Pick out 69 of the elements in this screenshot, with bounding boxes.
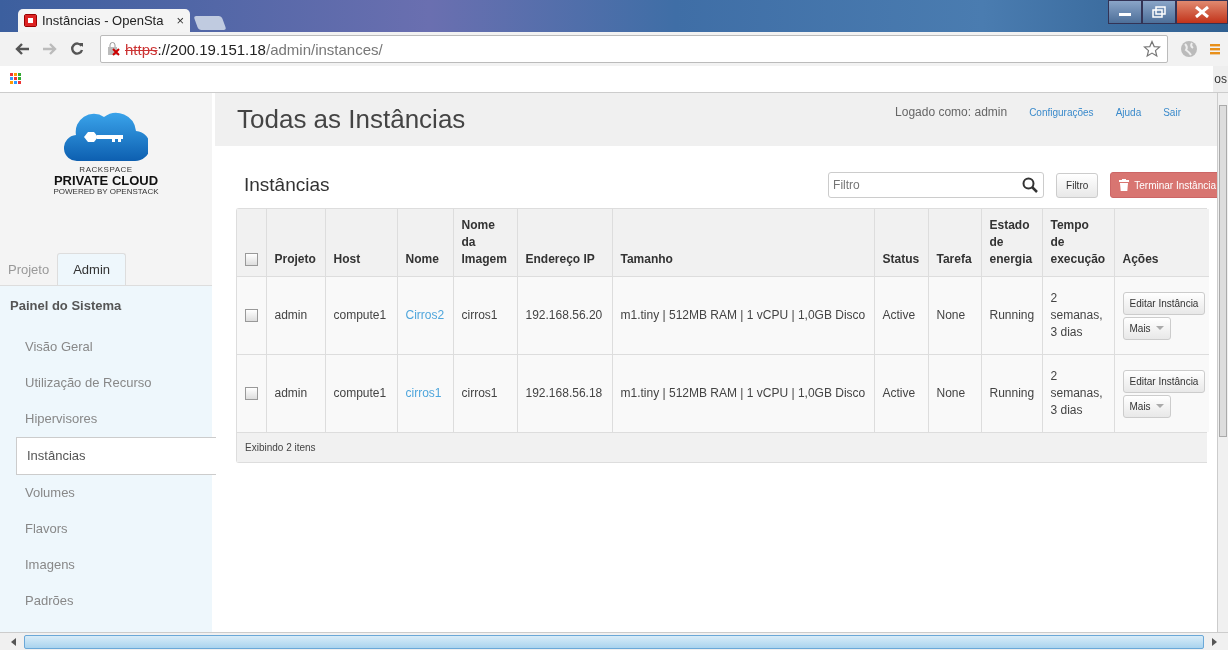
table-cell: m1.tiny | 512MB RAM | 1 vCPU | 1,0GB Disco <box>620 308 866 322</box>
back-arrow-icon[interactable] <box>14 42 30 56</box>
url-text: https://200.19.151.18/admin/instances/ <box>125 40 383 58</box>
edit-instance-button[interactable]: Editar Instância <box>1122 369 1206 393</box>
select-all-checkbox[interactable] <box>245 253 258 267</box>
close-icon <box>1194 6 1210 18</box>
column-header[interactable]: Projeto <box>274 251 317 268</box>
table-cell: Running <box>989 308 1035 322</box>
column-header[interactable]: Host <box>333 251 389 268</box>
restore-button[interactable] <box>1142 0 1176 24</box>
filter-field[interactable]: Filtro <box>828 172 1045 198</box>
table-cell: 192.168.56.18 <box>525 386 603 400</box>
logo-text: RACKSPACE <box>79 165 133 174</box>
address-bar[interactable]: https://200.19.151.18/admin/instances/ <box>100 35 1168 63</box>
bookmark-text: os <box>1213 66 1228 92</box>
logo-text: POWERED BY OPENSTACK <box>53 187 159 196</box>
filter-button[interactable]: Filtro <box>1056 172 1099 198</box>
table-cell: 2 semanas, 3 dias <box>1050 369 1103 417</box>
table-cell: Running <box>989 386 1035 400</box>
edit-instance-button[interactable]: Editar Instância <box>1122 291 1206 315</box>
table-cell: Active <box>882 308 916 322</box>
logo-text: PRIVATE CLOUD <box>53 174 159 187</box>
table-cell: admin <box>274 386 308 400</box>
row-checkbox[interactable] <box>245 309 258 323</box>
more-dropdown-button[interactable]: Mais <box>1122 316 1171 340</box>
scroll-left-icon[interactable] <box>10 637 18 646</box>
table-cell: Active <box>882 386 916 400</box>
table-cell: cirros1 <box>461 386 498 400</box>
tab-close-button[interactable]: × <box>176 13 184 28</box>
panel-title: Painel do Sistema <box>9 298 123 315</box>
scroll-right-icon[interactable] <box>1210 637 1218 646</box>
reload-icon[interactable] <box>70 42 84 56</box>
caret-icon <box>1155 403 1164 409</box>
column-header[interactable]: Nome <box>405 251 445 268</box>
table-cell: None <box>936 386 966 400</box>
table-cell: 2 semanas, 3 dias <box>1050 291 1103 339</box>
section-title: Instâncias <box>244 174 330 196</box>
sidebar-tab[interactable]: Admin <box>57 253 127 285</box>
table-cell: cirros1 <box>461 308 498 322</box>
horizontal-scrollbar[interactable] <box>0 632 1228 650</box>
table-cell: compute1 <box>333 386 387 400</box>
star-icon[interactable] <box>1143 40 1161 58</box>
tab-title: Instâncias - OpenSta <box>42 13 165 28</box>
column-header[interactable]: Status <box>882 251 920 268</box>
caret-icon <box>1155 325 1164 331</box>
table-cell: compute1 <box>333 308 387 322</box>
page-favicon-icon <box>24 14 37 27</box>
page-title: Todas as Instâncias <box>237 104 466 135</box>
browser-tab[interactable]: Instâncias - OpenSta × <box>18 9 190 32</box>
restore-icon <box>1152 6 1166 18</box>
apps-grid-icon[interactable] <box>10 73 22 85</box>
table-cell: None <box>936 308 966 322</box>
item-count-text: Exibindo 2 itens <box>245 442 316 453</box>
table-cell: 192.168.56.20 <box>525 308 603 322</box>
search-icon <box>1022 177 1039 193</box>
table-cell: admin <box>274 308 308 322</box>
insecure-lock-icon <box>107 42 121 56</box>
sidebar-item[interactable]: Instâncias <box>16 437 216 475</box>
column-header[interactable]: Tarefa <box>936 251 973 268</box>
trash-icon <box>1119 179 1130 191</box>
minimize-button[interactable] <box>1108 0 1142 24</box>
row-checkbox[interactable] <box>245 387 258 401</box>
table-cell: m1.tiny | 512MB RAM | 1 vCPU | 1,0GB Disco <box>620 386 866 400</box>
new-tab-button[interactable] <box>193 16 227 30</box>
logged-in-text: Logado como: admin <box>895 105 1008 119</box>
vertical-scrollbar[interactable] <box>1217 93 1228 632</box>
menu-icon[interactable] <box>1210 42 1220 56</box>
close-button[interactable] <box>1176 0 1228 24</box>
more-dropdown-button[interactable]: Mais <box>1122 394 1171 418</box>
